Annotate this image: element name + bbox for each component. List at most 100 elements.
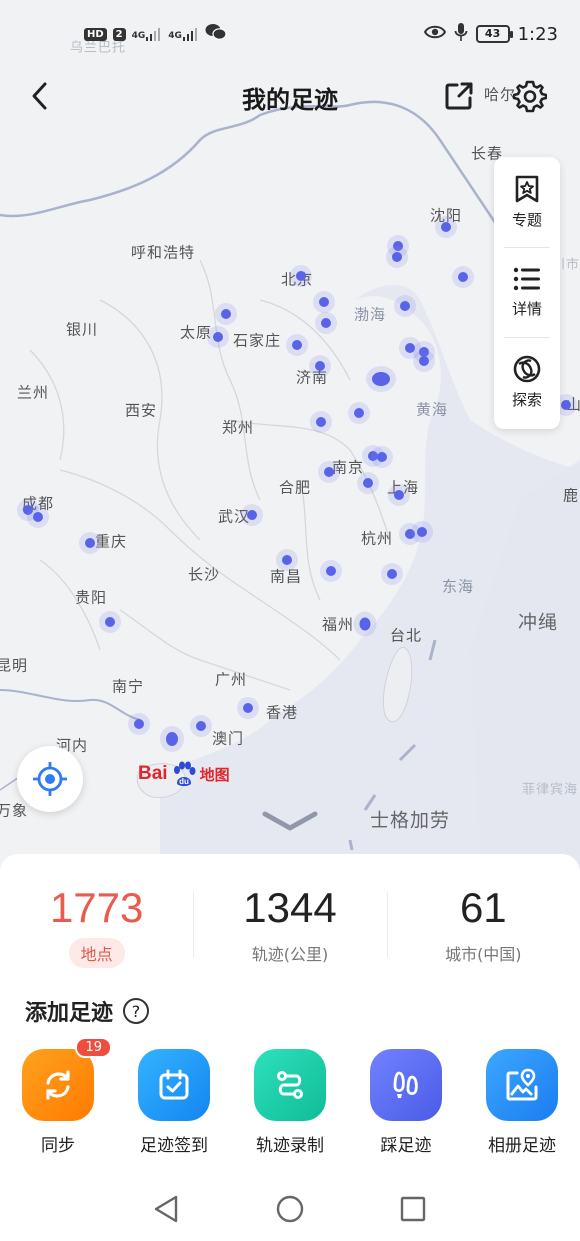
action-row: 19 同步 足迹签到 轨迹录制 踩足迹 相册足迹 [0, 1037, 580, 1156]
footprint-dot[interactable] [326, 566, 336, 576]
footprint-dot[interactable] [354, 408, 364, 418]
footprint-dot[interactable] [33, 512, 43, 522]
footprint-dot[interactable] [23, 505, 33, 515]
footprint-dot[interactable] [405, 343, 415, 353]
footprint-dot[interactable] [372, 372, 390, 386]
footprint-dot[interactable] [134, 719, 144, 729]
map-label: 呼和浩特 [130, 243, 196, 262]
footprint-dot[interactable] [166, 732, 178, 746]
map-label: 重庆 [94, 532, 128, 551]
collapse-sheet-button[interactable] [262, 810, 318, 836]
map-label: 兰州 [16, 383, 50, 402]
footprint-dot[interactable] [400, 301, 410, 311]
nav-recents-button[interactable] [399, 1194, 427, 1228]
footprint-map[interactable]: 乌兰巴托 哈尔 长春 沈阳 呼和浩特 北京 银川 太原 石家庄 渤海 兰州 济南… [0, 0, 580, 870]
album-icon-tile [486, 1049, 558, 1121]
footprint-icon-tile [370, 1049, 442, 1121]
footprint-dot[interactable] [247, 510, 257, 520]
signal-icon: 4G [168, 27, 199, 41]
footprint-dot[interactable] [292, 340, 302, 350]
share-button[interactable] [439, 76, 479, 116]
sim-badge: 2 [112, 27, 126, 41]
footprint-dot[interactable] [561, 400, 571, 410]
footprint-dot[interactable] [221, 309, 231, 319]
square-recents-icon [400, 1196, 426, 1222]
footprint-dot[interactable] [387, 569, 397, 579]
map-label: 昆明 [0, 656, 29, 675]
side-item-details[interactable]: 详情 [494, 247, 560, 337]
stats-row: 1773 地点 1344 轨迹(公里) 61 城市(中国) [0, 884, 580, 974]
side-item-topics[interactable]: 专题 [494, 157, 560, 247]
section-title: 添加足迹 [25, 1001, 114, 1026]
checkin-button[interactable]: 足迹签到 [116, 1049, 232, 1156]
status-time: 1:23 [517, 23, 558, 45]
footprint-dot[interactable] [321, 318, 331, 328]
footprint-dot[interactable] [243, 703, 253, 713]
footprint-dot[interactable] [417, 527, 427, 537]
footprint-dot[interactable] [363, 478, 373, 488]
share-icon [445, 82, 473, 110]
triangle-back-icon [154, 1195, 178, 1223]
side-item-explore[interactable]: 探索 [494, 337, 560, 427]
map-label: 西安 [124, 401, 158, 420]
help-icon[interactable]: ? [123, 998, 150, 1024]
stat-value: 1344 [243, 884, 337, 931]
footprint-dot[interactable] [458, 272, 468, 282]
baidu-paw-icon: du [173, 761, 196, 786]
locate-button[interactable] [17, 746, 83, 812]
stat-value: 1773 [49, 884, 144, 931]
stat-places[interactable]: 1773 地点 [0, 884, 193, 974]
footprint-button[interactable]: 踩足迹 [348, 1049, 464, 1156]
status-right: 43 1:23 [423, 22, 558, 46]
baidu-map-logo: Bai du 地图 [138, 761, 230, 786]
action-label: 轨迹录制 [256, 1136, 324, 1156]
footprint-dot[interactable] [105, 617, 115, 627]
crosshair-icon [33, 762, 67, 796]
map-label: 福州 [321, 615, 355, 634]
map-label: 万象 [0, 801, 29, 820]
map-label: 东海 [441, 577, 475, 596]
action-label: 足迹签到 [140, 1136, 208, 1156]
track-record-button[interactable]: 轨迹录制 [232, 1049, 348, 1156]
map-label: 郑州 [221, 418, 255, 437]
map-label: 长沙 [187, 565, 221, 584]
page-title: 我的足迹 [242, 86, 338, 114]
footprint-dot[interactable] [377, 452, 387, 462]
stat-tracks[interactable]: 1344 轨迹(公里) [193, 884, 386, 974]
footprint-dot[interactable] [296, 271, 306, 281]
footprint-dot[interactable] [324, 467, 334, 477]
footprint-dot[interactable] [319, 297, 329, 307]
settings-button[interactable] [510, 76, 550, 116]
footprint-dot[interactable] [316, 417, 326, 427]
map-label: 武汉 [217, 507, 251, 526]
map-label: 银川 [65, 320, 99, 339]
footprint-dot[interactable] [359, 617, 371, 631]
checkin-icon-tile [138, 1049, 210, 1121]
footprint-dot[interactable] [196, 721, 206, 731]
footprint-dot[interactable] [213, 332, 223, 342]
battery-icon: 43 [475, 25, 513, 43]
map-label: 广州 [214, 670, 248, 689]
footprint-dot[interactable] [419, 356, 429, 366]
eye-icon [423, 24, 446, 44]
footprint-dot[interactable] [393, 241, 403, 251]
album-footprint-button[interactable]: 相册足迹 [464, 1049, 580, 1156]
map-label: 太原 [179, 323, 213, 342]
footprint-dot[interactable] [315, 361, 325, 371]
footprint-dot[interactable] [392, 252, 402, 262]
stat-cities[interactable]: 61 城市(中国) [386, 884, 580, 974]
footprint-dot[interactable] [282, 555, 292, 565]
footprint-dot[interactable] [394, 490, 404, 500]
sync-button[interactable]: 19 同步 [0, 1037, 116, 1156]
footprint-dot[interactable] [85, 538, 95, 548]
map-label: 渤海 [353, 305, 387, 324]
footprint-dot[interactable] [405, 529, 415, 539]
footprint-dot[interactable] [441, 222, 451, 232]
nav-back-button[interactable] [152, 1194, 180, 1228]
nav-home-button[interactable] [275, 1194, 305, 1228]
map-label: 士格加劳 [369, 809, 451, 832]
map-side-panel: 专题 详情 探索 [494, 157, 560, 429]
map-label: 南昌 [269, 567, 303, 586]
microphone-icon [454, 22, 468, 46]
sync-count-badge: 19 [75, 1037, 112, 1058]
